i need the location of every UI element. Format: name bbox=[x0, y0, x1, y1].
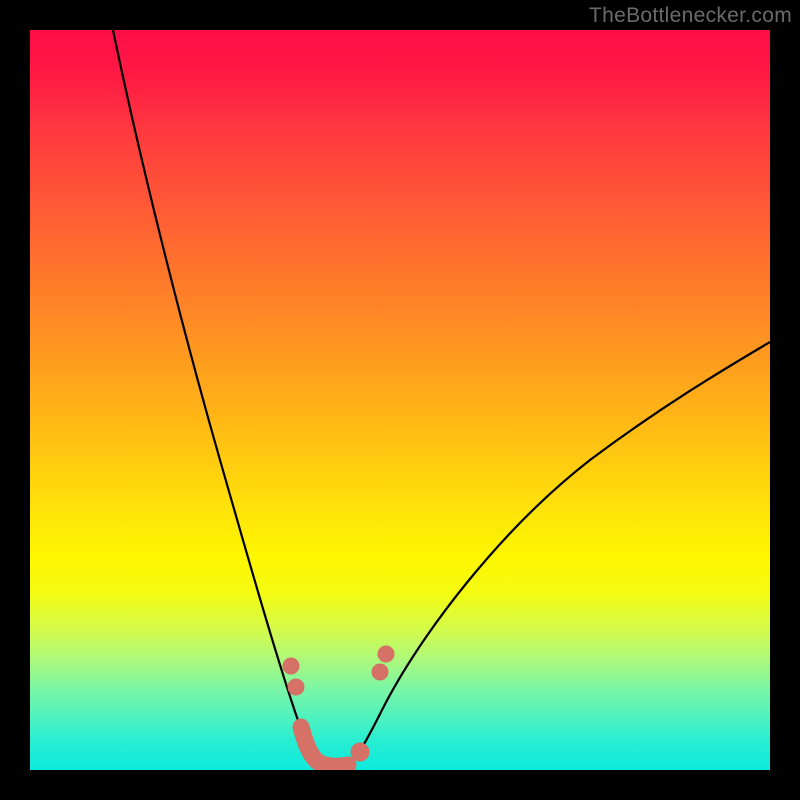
marker-dot bbox=[378, 646, 394, 662]
watermark-text: TheBottlenecker.com bbox=[589, 4, 792, 28]
marker-pill-left bbox=[301, 727, 348, 766]
chart-svg bbox=[30, 30, 770, 770]
right-branch-curve bbox=[346, 342, 770, 765]
outer-frame: TheBottlenecker.com bbox=[0, 0, 800, 800]
marker-dot bbox=[288, 679, 304, 695]
marker-dot bbox=[351, 743, 369, 761]
marker-dot bbox=[372, 664, 388, 680]
plot-area bbox=[30, 30, 770, 770]
left-branch-curve bbox=[113, 30, 327, 765]
marker-dot bbox=[283, 658, 299, 674]
